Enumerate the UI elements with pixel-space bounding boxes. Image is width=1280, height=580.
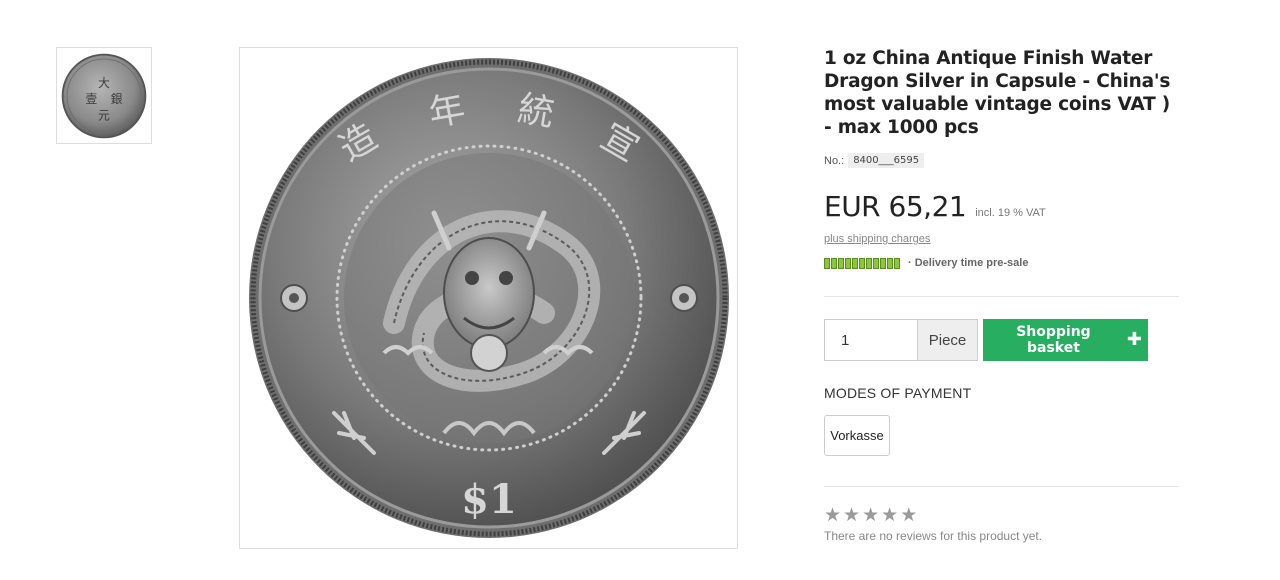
divider bbox=[824, 486, 1179, 487]
no-reviews-text: There are no reviews for this product ye… bbox=[824, 529, 1043, 543]
delivery-bar bbox=[894, 257, 900, 269]
divider bbox=[824, 296, 1179, 297]
svg-text:銀: 銀 bbox=[111, 92, 123, 106]
star-icon: ★ bbox=[881, 505, 899, 526]
delivery-bar bbox=[824, 257, 830, 269]
product-thumbnail[interactable]: 大 壹 銀 元 bbox=[56, 47, 152, 144]
rating-stars: ★ ★ ★ ★ ★ bbox=[824, 505, 1180, 526]
delivery-bar bbox=[880, 257, 886, 269]
coin-thumbnail-image: 大 壹 銀 元 bbox=[61, 53, 147, 138]
coin-char-3: 年 bbox=[425, 88, 468, 135]
product-main-image[interactable]: 宣 統 年 造 $1 bbox=[239, 47, 738, 549]
delivery-status: · Delivery time pre-sale bbox=[824, 257, 1180, 269]
add-to-basket-button[interactable]: Shopping basket ✚ bbox=[983, 319, 1148, 361]
vat-note: incl. 19 % VAT bbox=[975, 207, 1046, 219]
delivery-time-text: · Delivery time pre-sale bbox=[908, 257, 1029, 269]
star-icon: ★ bbox=[900, 505, 918, 526]
article-number-label: No.: bbox=[824, 154, 845, 167]
add-to-basket-row: Piece Shopping basket ✚ bbox=[824, 319, 1180, 361]
shipping-charges-link[interactable]: plus shipping charges bbox=[824, 233, 930, 245]
product-info: 1 oz China Antique Finish Water Dragon S… bbox=[824, 47, 1180, 543]
price-row: EUR 65,21 incl. 19 % VAT bbox=[824, 190, 1180, 223]
payment-modes-heading: MODES OF PAYMENT bbox=[824, 385, 972, 401]
product-price: EUR 65,21 bbox=[824, 190, 967, 223]
delivery-indicator bbox=[824, 257, 900, 269]
delivery-bar bbox=[873, 257, 879, 269]
quantity-unit: Piece bbox=[918, 319, 978, 361]
svg-text:壹: 壹 bbox=[86, 92, 98, 106]
delivery-bar bbox=[887, 257, 893, 269]
product-title: 1 oz China Antique Finish Water Dragon S… bbox=[824, 48, 1171, 138]
article-number: No.: 8400___6595 bbox=[824, 153, 1180, 168]
svg-text:大: 大 bbox=[98, 76, 110, 90]
payment-method-vorkasse: Vorkasse bbox=[824, 415, 890, 456]
delivery-bar bbox=[852, 257, 858, 269]
delivery-bar bbox=[859, 257, 865, 269]
delivery-bar bbox=[838, 257, 844, 269]
coin-char-2: 統 bbox=[514, 88, 557, 135]
delivery-bar bbox=[866, 257, 872, 269]
basket-button-label: Shopping basket bbox=[1016, 324, 1091, 356]
coin-dragon-image: 宣 統 年 造 $1 bbox=[248, 58, 729, 538]
coin-value-mark: $1 bbox=[461, 476, 517, 523]
delivery-bar bbox=[845, 257, 851, 269]
quantity-input[interactable] bbox=[824, 319, 918, 361]
plus-icon: ✚ bbox=[1126, 329, 1142, 350]
star-icon: ★ bbox=[843, 505, 861, 526]
star-icon: ★ bbox=[824, 505, 842, 526]
article-number-value: 8400___6595 bbox=[848, 153, 925, 168]
svg-text:元: 元 bbox=[98, 108, 110, 122]
star-icon: ★ bbox=[862, 505, 880, 526]
delivery-bar bbox=[831, 257, 837, 269]
